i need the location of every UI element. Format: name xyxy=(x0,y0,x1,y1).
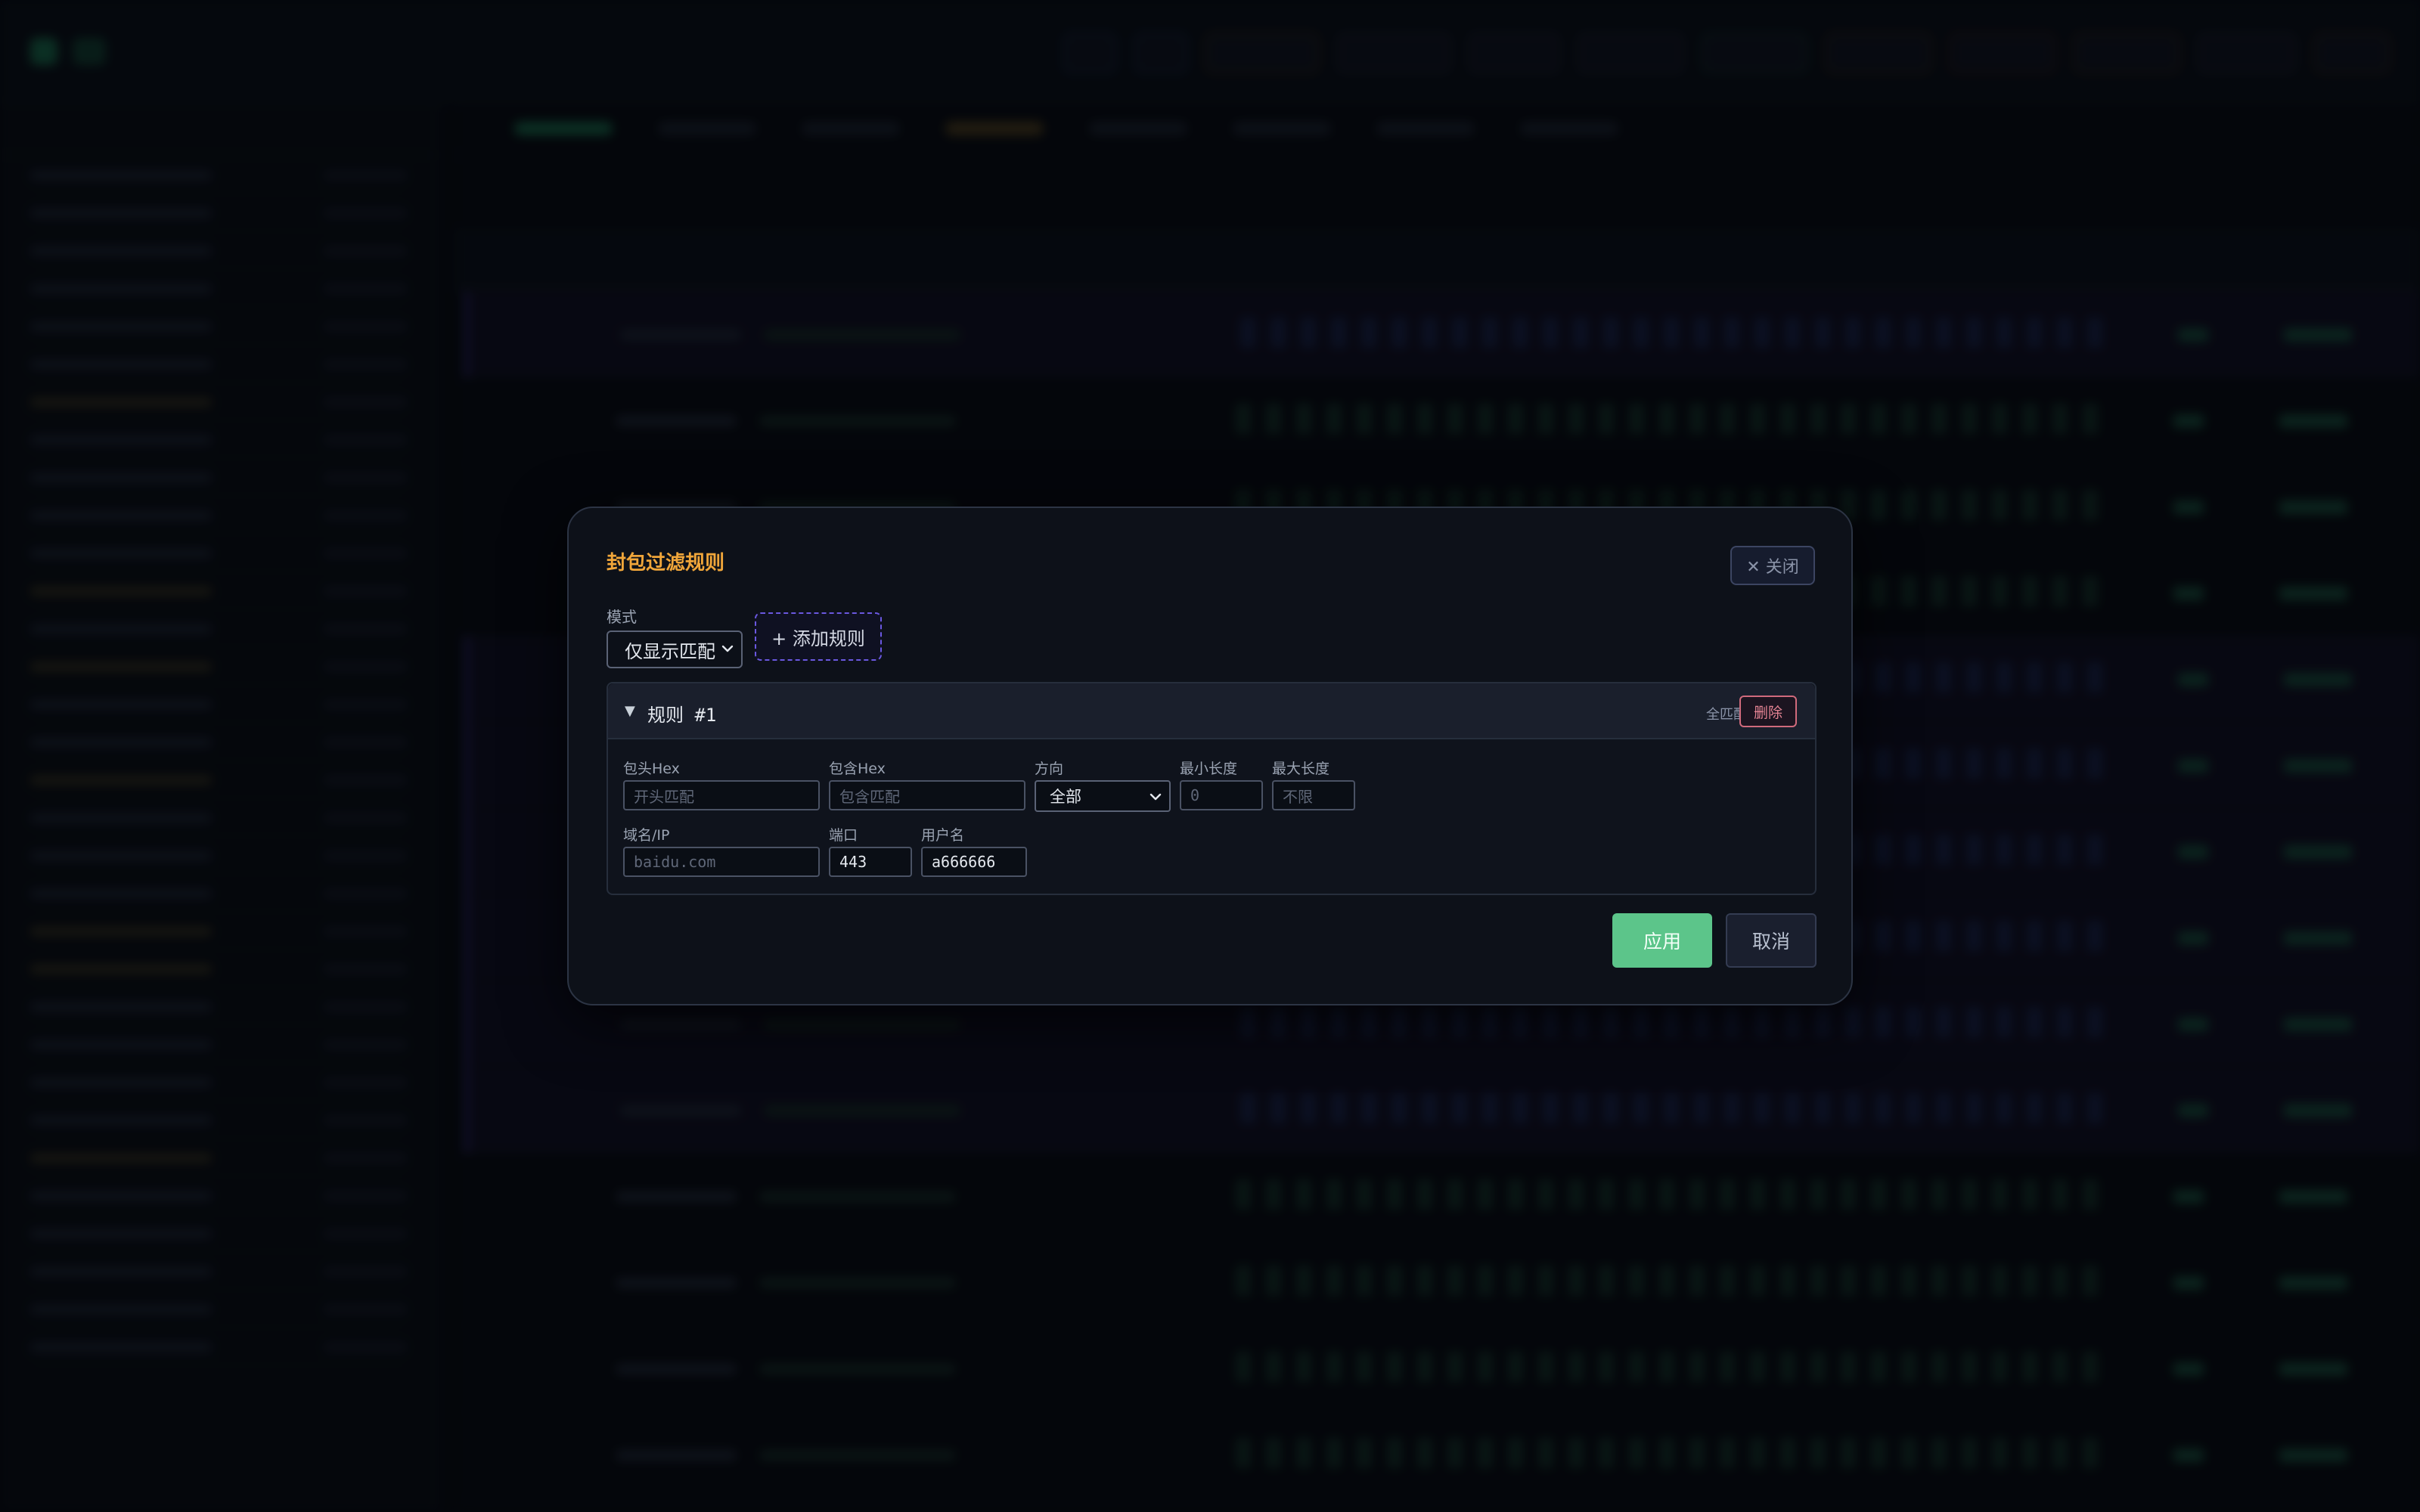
contains-hex-input[interactable]: 包含匹配 xyxy=(829,780,1025,810)
apply-button[interactable]: 应用 xyxy=(1612,913,1712,968)
chevron-down-icon xyxy=(721,645,734,652)
contains-hex-label: 包含Hex xyxy=(829,761,886,777)
head-hex-label: 包头Hex xyxy=(623,761,680,777)
dialog-title: 封包过滤规则 xyxy=(607,552,725,575)
username-input[interactable]: a666666 xyxy=(921,847,1027,877)
direction-select-value: 全部 xyxy=(1050,788,1081,806)
chevron-down-icon xyxy=(1150,793,1162,801)
port-input[interactable]: 443 xyxy=(829,847,912,877)
packet-filter-dialog: 封包过滤规则 ✕ 关闭 模式 仅显示匹配 + 添加规则 ▼ 规则 #1 全匹配 … xyxy=(567,507,1853,1005)
add-rule-button[interactable]: + 添加规则 xyxy=(755,612,882,661)
cancel-button[interactable]: 取消 xyxy=(1726,913,1817,968)
close-button[interactable]: ✕ 关闭 xyxy=(1730,546,1815,585)
min-length-label: 最小长度 xyxy=(1180,761,1238,777)
mode-select[interactable]: 仅显示匹配 xyxy=(607,631,743,668)
direction-label: 方向 xyxy=(1035,761,1064,777)
delete-rule-button[interactable]: 删除 xyxy=(1739,696,1797,727)
collapse-triangle-icon[interactable]: ▼ xyxy=(625,703,635,719)
direction-select[interactable]: 全部 xyxy=(1035,780,1171,812)
username-label: 用户名 xyxy=(921,827,965,844)
max-length-input[interactable]: 不限 xyxy=(1272,780,1355,810)
min-length-input[interactable]: 0 xyxy=(1180,780,1263,810)
rule-title: 规则 #1 xyxy=(647,705,717,726)
head-hex-input[interactable]: 开头匹配 xyxy=(623,780,820,810)
max-length-label: 最大长度 xyxy=(1272,761,1330,777)
rule-header[interactable]: ▼ 规则 #1 全匹配 删除 xyxy=(608,683,1815,739)
port-label: 端口 xyxy=(829,827,858,844)
rule-card: ▼ 规则 #1 全匹配 删除 包头Hex 开头匹配 包含Hex 包含匹配 方向 … xyxy=(607,682,1817,895)
domain-label: 域名/IP xyxy=(623,827,670,844)
mode-select-value: 仅显示匹配 xyxy=(625,640,715,662)
domain-input[interactable]: baidu.com xyxy=(623,847,820,877)
mode-label: 模式 xyxy=(607,608,637,626)
